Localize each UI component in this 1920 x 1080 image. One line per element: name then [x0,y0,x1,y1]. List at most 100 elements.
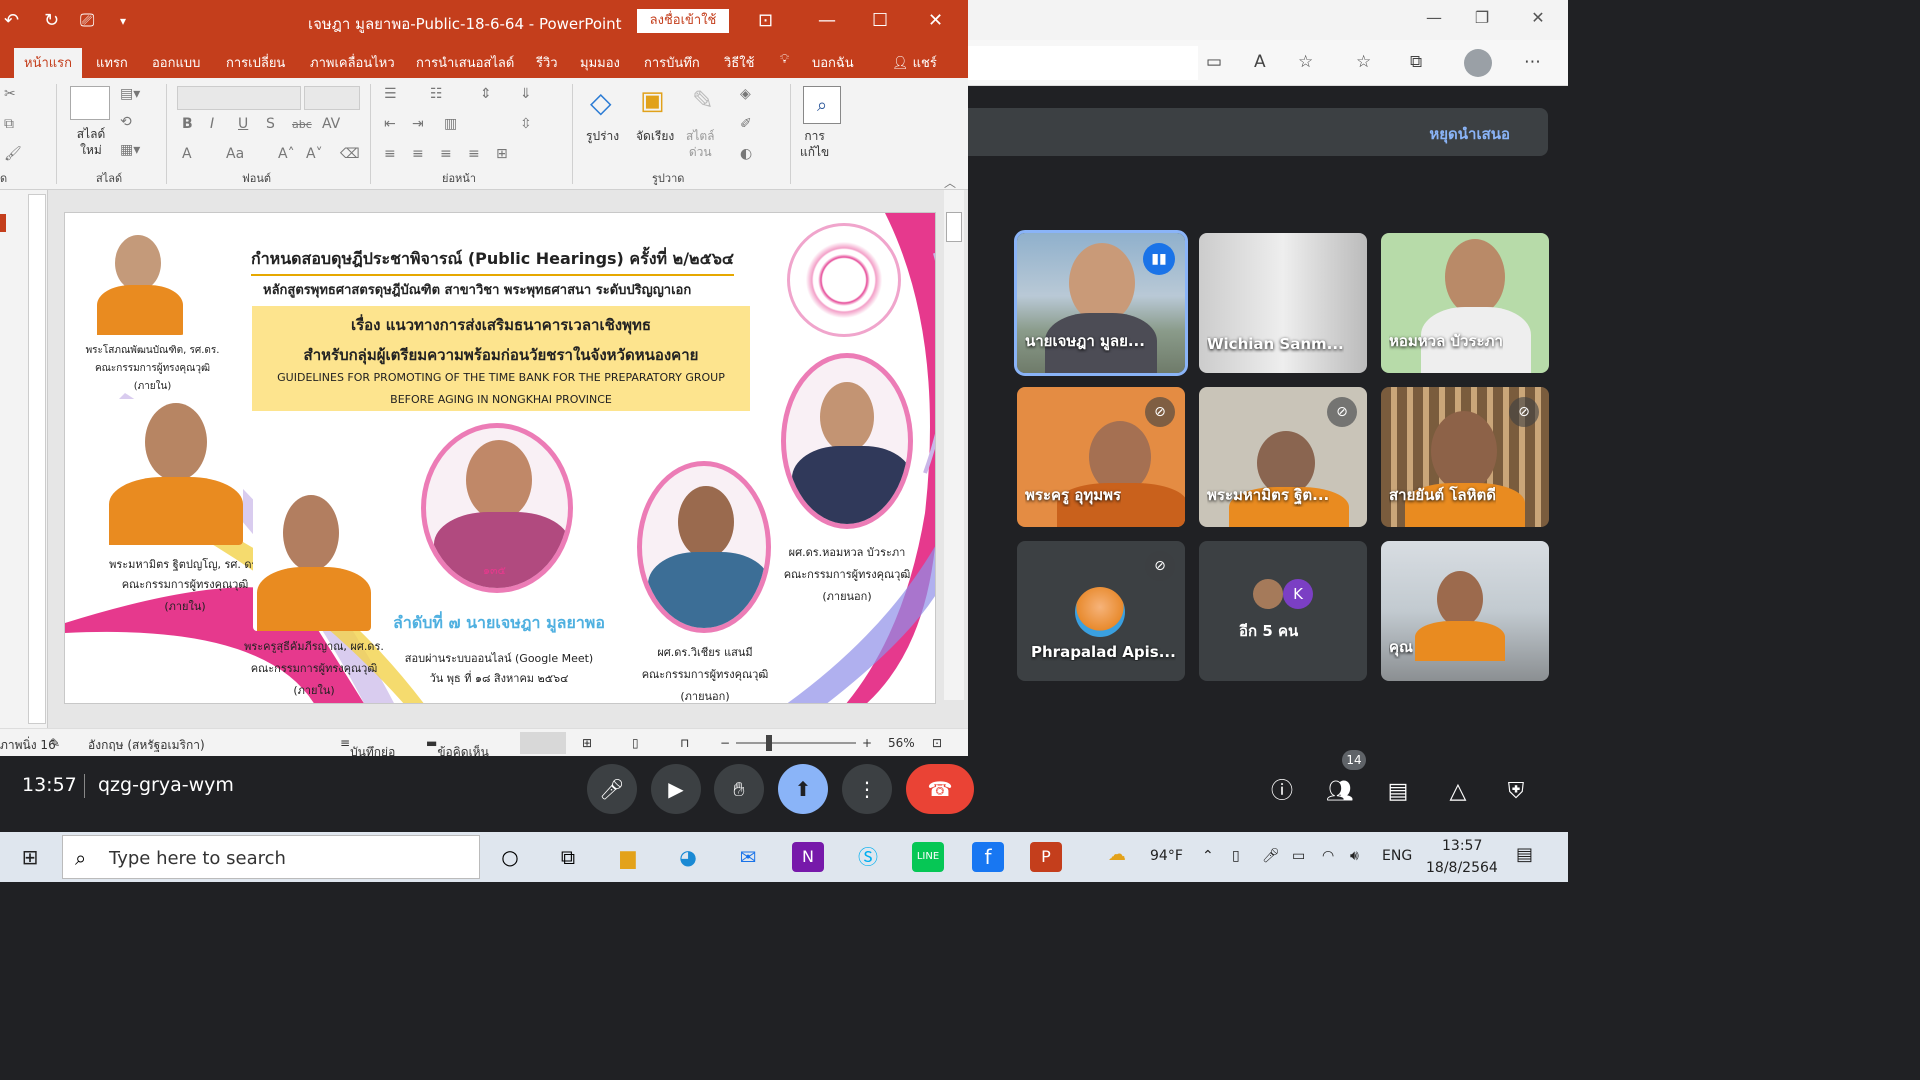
new-slide-button[interactable]: สไลด์ ใหม่ [68,126,114,158]
new-slide-icon[interactable] [70,86,110,120]
shapes-button[interactable]: รูปร่าง [586,128,619,144]
favorites-icon[interactable]: ☆ [1356,52,1371,72]
restore-icon[interactable]: ❐ [1468,8,1496,30]
address-bar[interactable] [968,46,1198,80]
format-painter-icon[interactable]: 🖌︎ [4,146,22,162]
quick-styles-button[interactable]: สไตล์ ด่วน [686,128,715,160]
tab-review[interactable]: รีวิว [536,52,558,73]
shrink-font-icon[interactable]: A˅ [306,146,323,162]
volume-icon[interactable]: 🔊︎ [1350,848,1359,864]
tab-view[interactable]: มุมมอง [580,52,620,73]
windows-start-icon[interactable]: ⊞ [14,842,46,872]
more-participants-tile[interactable]: K อีก 5 คน [1199,541,1367,681]
normal-view-icon[interactable] [520,732,566,754]
shapes-icon[interactable]: ◇ [590,86,612,119]
tray-mic-icon[interactable]: 🎤︎ [1262,848,1280,864]
italic-icon[interactable]: I [210,116,214,132]
tab-insert[interactable]: แทรก [96,52,128,73]
shape-outline-icon[interactable]: ✐ [740,116,752,132]
host-controls-icon[interactable]: ⛨ [1498,774,1534,810]
notes-button[interactable]: ≡ บันทึกย่อ [340,736,395,759]
justify-icon[interactable]: ≡ [468,146,480,162]
tray-chevron-icon[interactable]: ⌃ [1202,848,1214,864]
customize-qat-icon[interactable]: ▾ [120,14,126,28]
file-explorer-icon[interactable]: ▆ [612,842,644,872]
share-button[interactable]: 👤︎ แชร์ [892,52,937,73]
bold-icon[interactable]: B [182,116,193,132]
line-spacing-icon[interactable]: ⇕ [480,86,492,102]
tray-time[interactable]: 13:57 [1442,838,1482,854]
participant-tile[interactable]: ⊘ พระมหามิตร ฐิต... [1199,387,1367,527]
present-button[interactable]: ⬆ [778,764,828,814]
accessibility-icon[interactable]: ✎ [50,736,60,750]
info-icon[interactable]: ⓘ [1264,774,1300,810]
char-spacing-icon[interactable]: AV [322,116,340,132]
quick-styles-icon[interactable]: ✎ [692,86,714,116]
numbering-icon[interactable]: ☷ [430,86,443,102]
zoom-slider[interactable] [736,742,856,744]
columns-icon[interactable]: ▥ [444,116,457,132]
input-language[interactable]: ENG [1382,848,1412,864]
facebook-icon[interactable]: f [972,842,1004,872]
align-right-icon[interactable]: ≡ [440,146,452,162]
scroll-thumb[interactable] [946,212,962,242]
camera-button[interactable]: ▶ [651,764,701,814]
font-name-dropdown[interactable] [177,86,301,110]
redo-icon[interactable]: ↻ [44,10,59,31]
more-options-button[interactable]: ⋮ [842,764,892,814]
find-icon[interactable]: ⌕ [803,86,841,124]
tab-recording[interactable]: การบันทึก [644,52,700,73]
shadow-icon[interactable]: S [266,116,275,132]
battery-icon[interactable]: ▭ [1292,848,1305,864]
powerpoint-icon[interactable]: P [1030,842,1062,872]
align-text-icon[interactable]: ⇳ [520,116,532,132]
copy-icon[interactable]: ⧉ [4,116,14,132]
tell-me-search[interactable]: บอกฉัน [812,52,854,73]
microphone-button[interactable]: 🎤︎ [587,764,637,814]
leave-call-button[interactable]: ☎︎ [906,764,974,814]
thumbnail-scrollbar[interactable] [28,194,46,724]
slideshow-view-icon[interactable]: ⊓ [680,736,689,750]
camera-icon[interactable]: ▭ [1206,52,1222,72]
edge-icon[interactable]: ◕ [672,842,704,872]
tab-design[interactable]: ออกแบบ [152,52,200,73]
notifications-icon[interactable]: ▤ [1516,844,1533,865]
task-view-icon[interactable]: ⧉ [552,842,584,872]
arrange-icon[interactable]: ▣ [640,86,665,116]
zoom-slider-thumb[interactable] [766,735,772,751]
minimize-icon[interactable]: — [818,10,836,31]
reading-view-icon[interactable]: ▯ [632,736,639,750]
chat-icon[interactable]: ▤ [1380,774,1416,810]
participant-tile[interactable]: Wichian Sanm... [1199,233,1367,373]
cortana-icon[interactable]: ○ [494,842,526,872]
zoom-level[interactable]: 56% [888,736,915,750]
people-icon[interactable]: 👥︎ [1322,774,1358,810]
weather-temp[interactable]: 94°F [1150,848,1183,864]
add-favorite-icon[interactable]: ☆ [1298,52,1313,72]
more-icon[interactable]: ⋯ [1524,52,1541,72]
strikethrough-icon[interactable]: abc [292,118,312,131]
align-left-icon[interactable]: ≡ [384,146,396,162]
tab-help[interactable]: วิธีใช้ [724,52,754,73]
tab-animations[interactable]: ภาพเคลื่อนไหว [310,52,395,73]
maximize-icon[interactable]: ☐ [872,10,888,31]
font-color-icon[interactable]: A [182,146,192,162]
zoom-in-icon[interactable]: + [862,736,872,750]
arrange-button[interactable]: จัดเรียง [636,128,674,144]
read-aloud-icon[interactable]: A [1254,52,1266,72]
decrease-indent-icon[interactable]: ⇤ [384,116,396,132]
shape-effects-icon[interactable]: ◐ [740,146,752,162]
vertical-scrollbar[interactable] [944,190,964,700]
tab-slideshow[interactable]: การนำเสนอสไลด์ [416,52,514,73]
center-icon[interactable]: ≡ [412,146,424,162]
wifi-icon[interactable]: ◠ [1322,848,1334,864]
stop-presenting-button[interactable]: หยุดนำเสนอ [1429,122,1510,146]
zoom-out-icon[interactable]: − [720,736,730,750]
smartart-icon[interactable]: ⊞ [496,146,508,162]
tray-device-icon[interactable]: ▯ [1232,848,1240,864]
change-case-icon[interactable]: Aa [226,146,244,162]
layout-icon[interactable]: ▤▾ [120,86,140,102]
font-size-dropdown[interactable] [304,86,360,110]
cut-icon[interactable]: ✂ [4,86,16,102]
comments-button[interactable]: ▬ ข้อคิดเห็น [426,736,489,759]
